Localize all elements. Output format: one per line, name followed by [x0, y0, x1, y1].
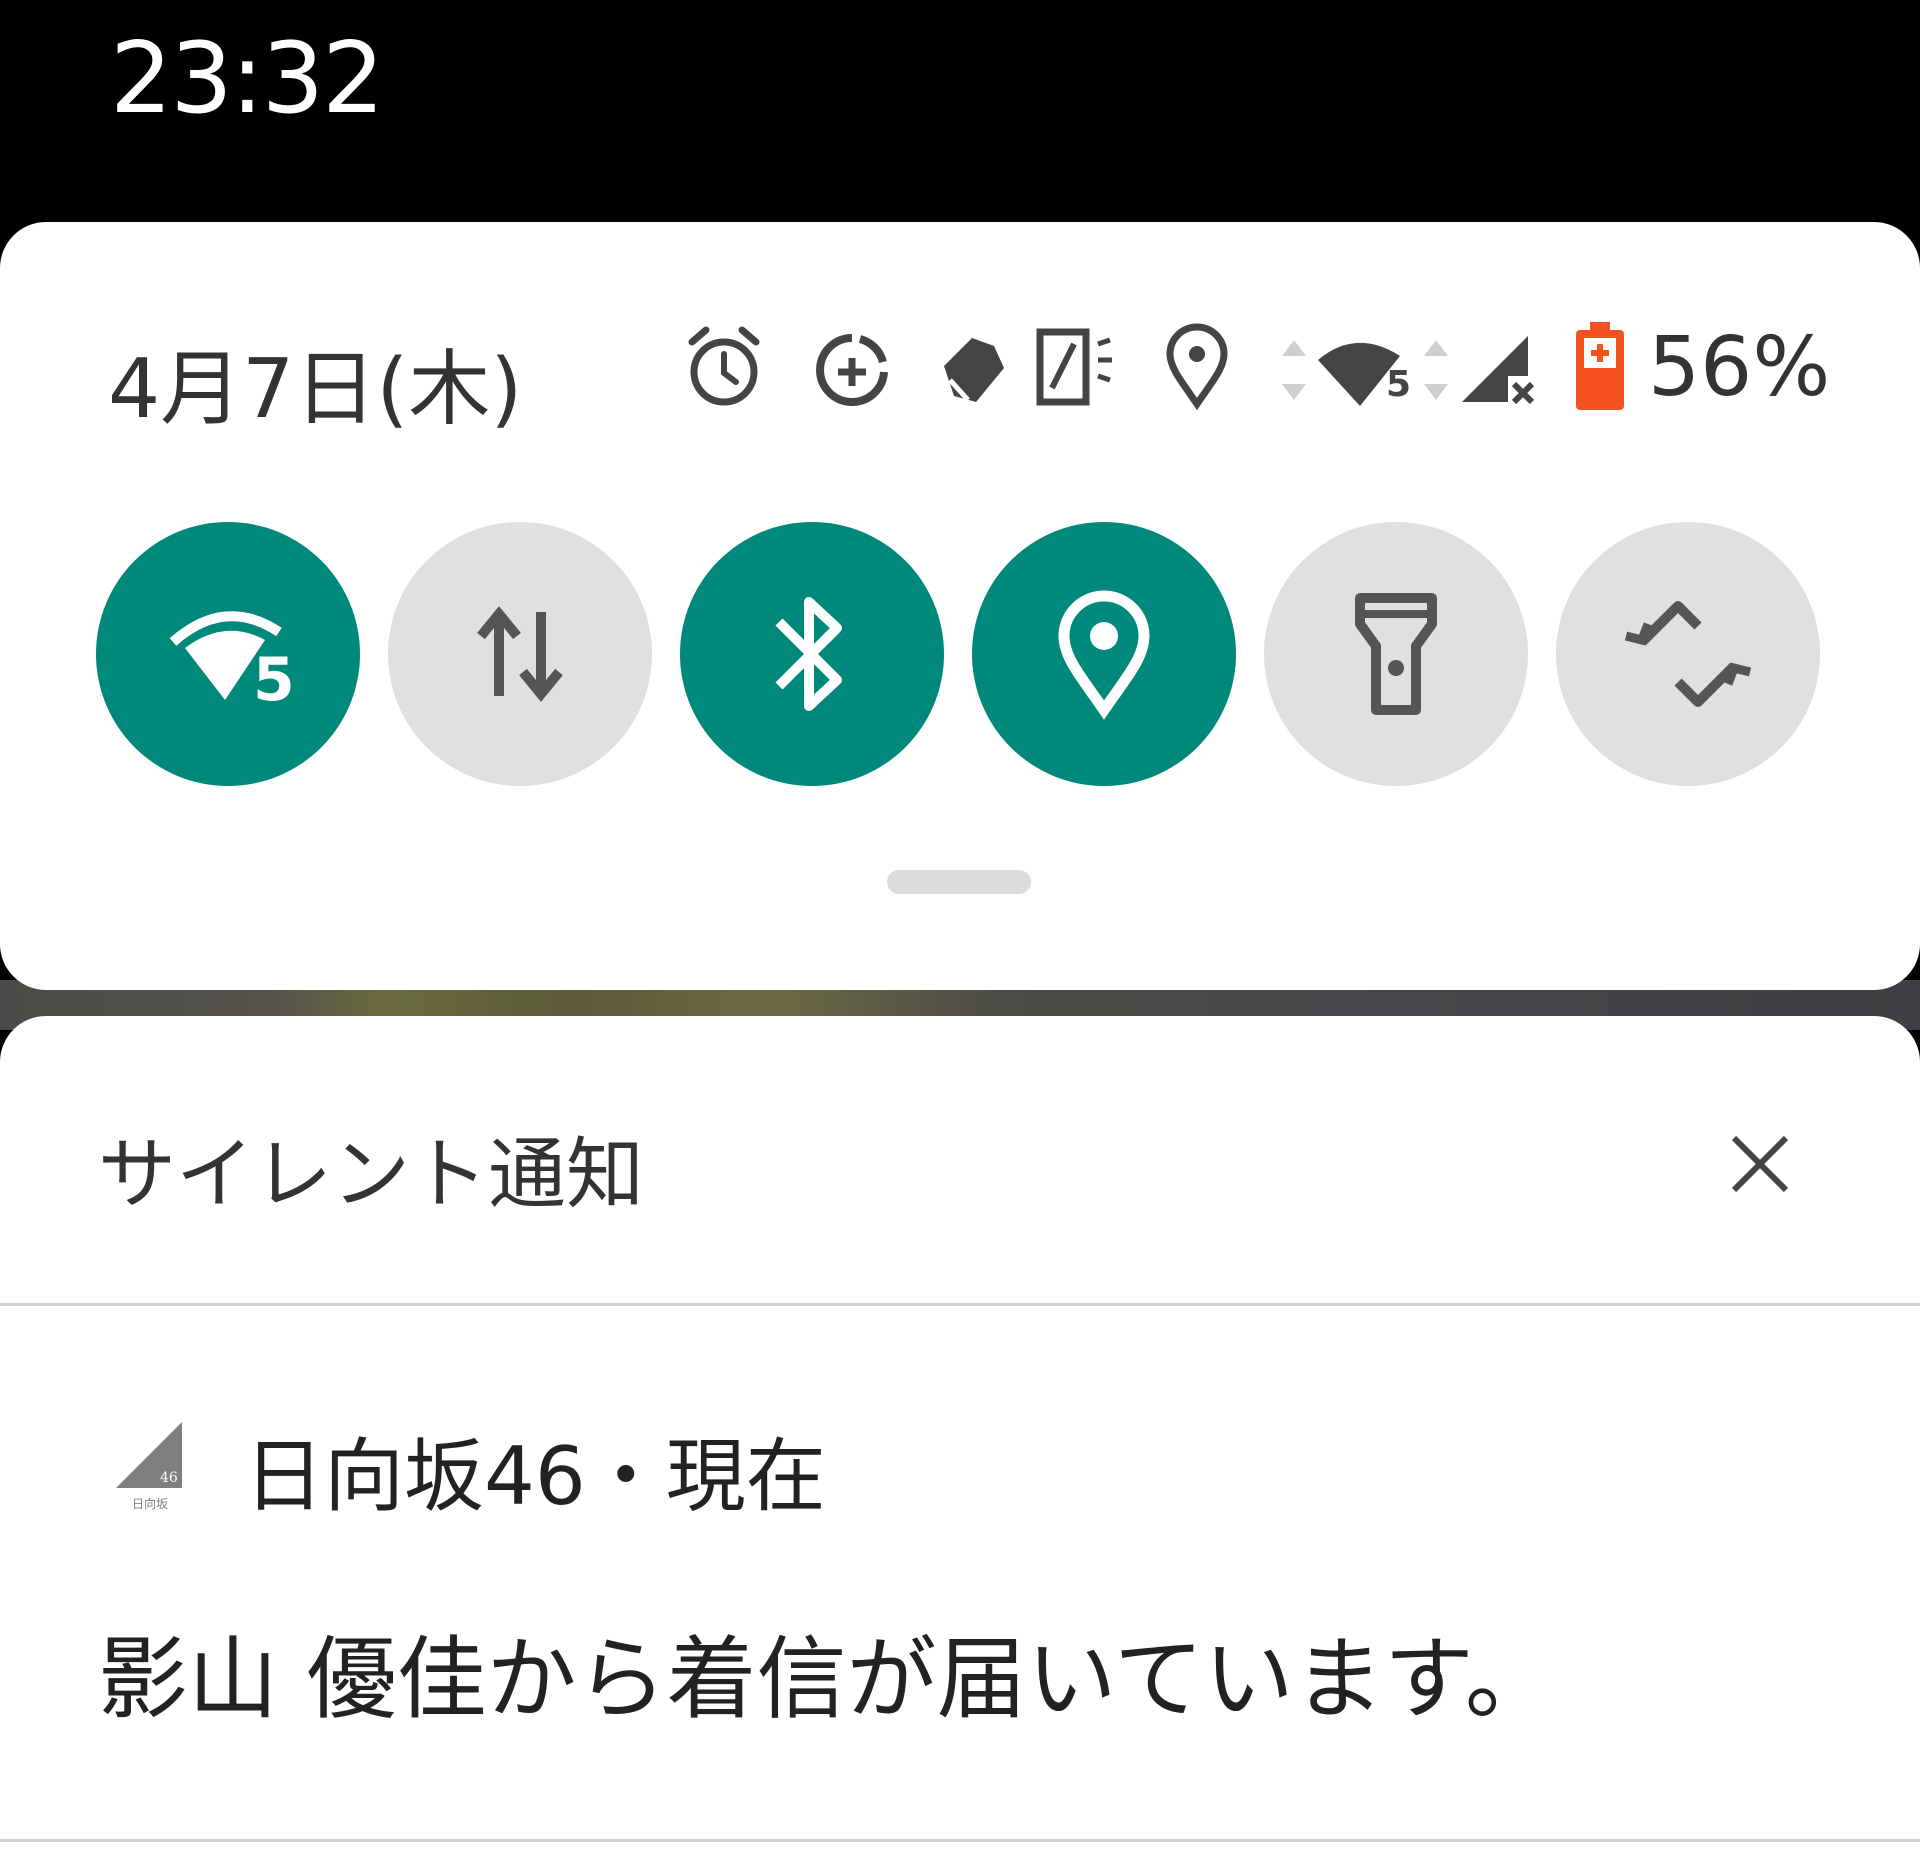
- tile-wifi[interactable]: 5: [96, 522, 360, 786]
- hinatazaka-app-icon: 46 日向坂: [116, 1422, 182, 1511]
- wifi-5-icon: 5: [1282, 340, 1448, 406]
- tile-auto-rotate[interactable]: [1556, 522, 1820, 786]
- battery-percent: 56%: [1648, 320, 1831, 415]
- mobile-signal-off-icon: [1462, 336, 1535, 405]
- bluetooth-icon: [775, 597, 842, 711]
- status-bar-clock: 23:32: [110, 22, 384, 136]
- notification-message: 影山 優佳から着信が届いています。: [98, 1627, 1555, 1732]
- screen: 23:32 4月7日(木) 5 56% 5 サイレント通知 46 日向坂 日向坂…: [0, 0, 1920, 1868]
- tile-location[interactable]: [972, 522, 1236, 786]
- svg-text:5: 5: [253, 645, 295, 715]
- expand-handle[interactable]: [887, 870, 1031, 894]
- data-arrows-icon: [477, 606, 563, 702]
- tile-bluetooth[interactable]: [680, 522, 944, 786]
- svg-text:日向坂: 日向坂: [132, 1496, 168, 1511]
- do-not-disturb-icon: [944, 338, 1004, 402]
- data-saver-icon: [816, 334, 888, 406]
- close-icon: [1731, 1135, 1789, 1193]
- divider: [0, 1303, 1920, 1306]
- silent-notifications-header: サイレント通知: [98, 1130, 645, 1220]
- quick-settings-panel: 4月7日(木) 5 56% 5: [0, 222, 1920, 990]
- tile-flashlight[interactable]: [1264, 522, 1528, 786]
- tile-mobile-data[interactable]: [388, 522, 652, 786]
- svg-text:46: 46: [160, 1470, 178, 1486]
- location-icon: [1058, 590, 1150, 720]
- location-icon: [1166, 323, 1228, 411]
- clear-silent-button[interactable]: [1712, 1116, 1808, 1212]
- alarm-icon: [688, 326, 760, 406]
- nfc-icon: [1036, 328, 1112, 406]
- flashlight-icon: [1355, 593, 1437, 715]
- battery-charging-icon: [1576, 322, 1624, 410]
- svg-text:5: 5: [1386, 364, 1411, 405]
- notification-app-line: 日向坂46・現在: [244, 1430, 826, 1523]
- rotate-icon: [1624, 601, 1752, 707]
- divider: [0, 1839, 1920, 1842]
- wifi-5-icon: 5: [169, 611, 295, 715]
- date-label[interactable]: 4月7日(木): [108, 322, 522, 441]
- status-icons-row: 5 56%: [660, 316, 1830, 416]
- notification-panel: サイレント通知 46 日向坂 日向坂46・現在 影山 優佳から着信が届いています…: [0, 1016, 1920, 1868]
